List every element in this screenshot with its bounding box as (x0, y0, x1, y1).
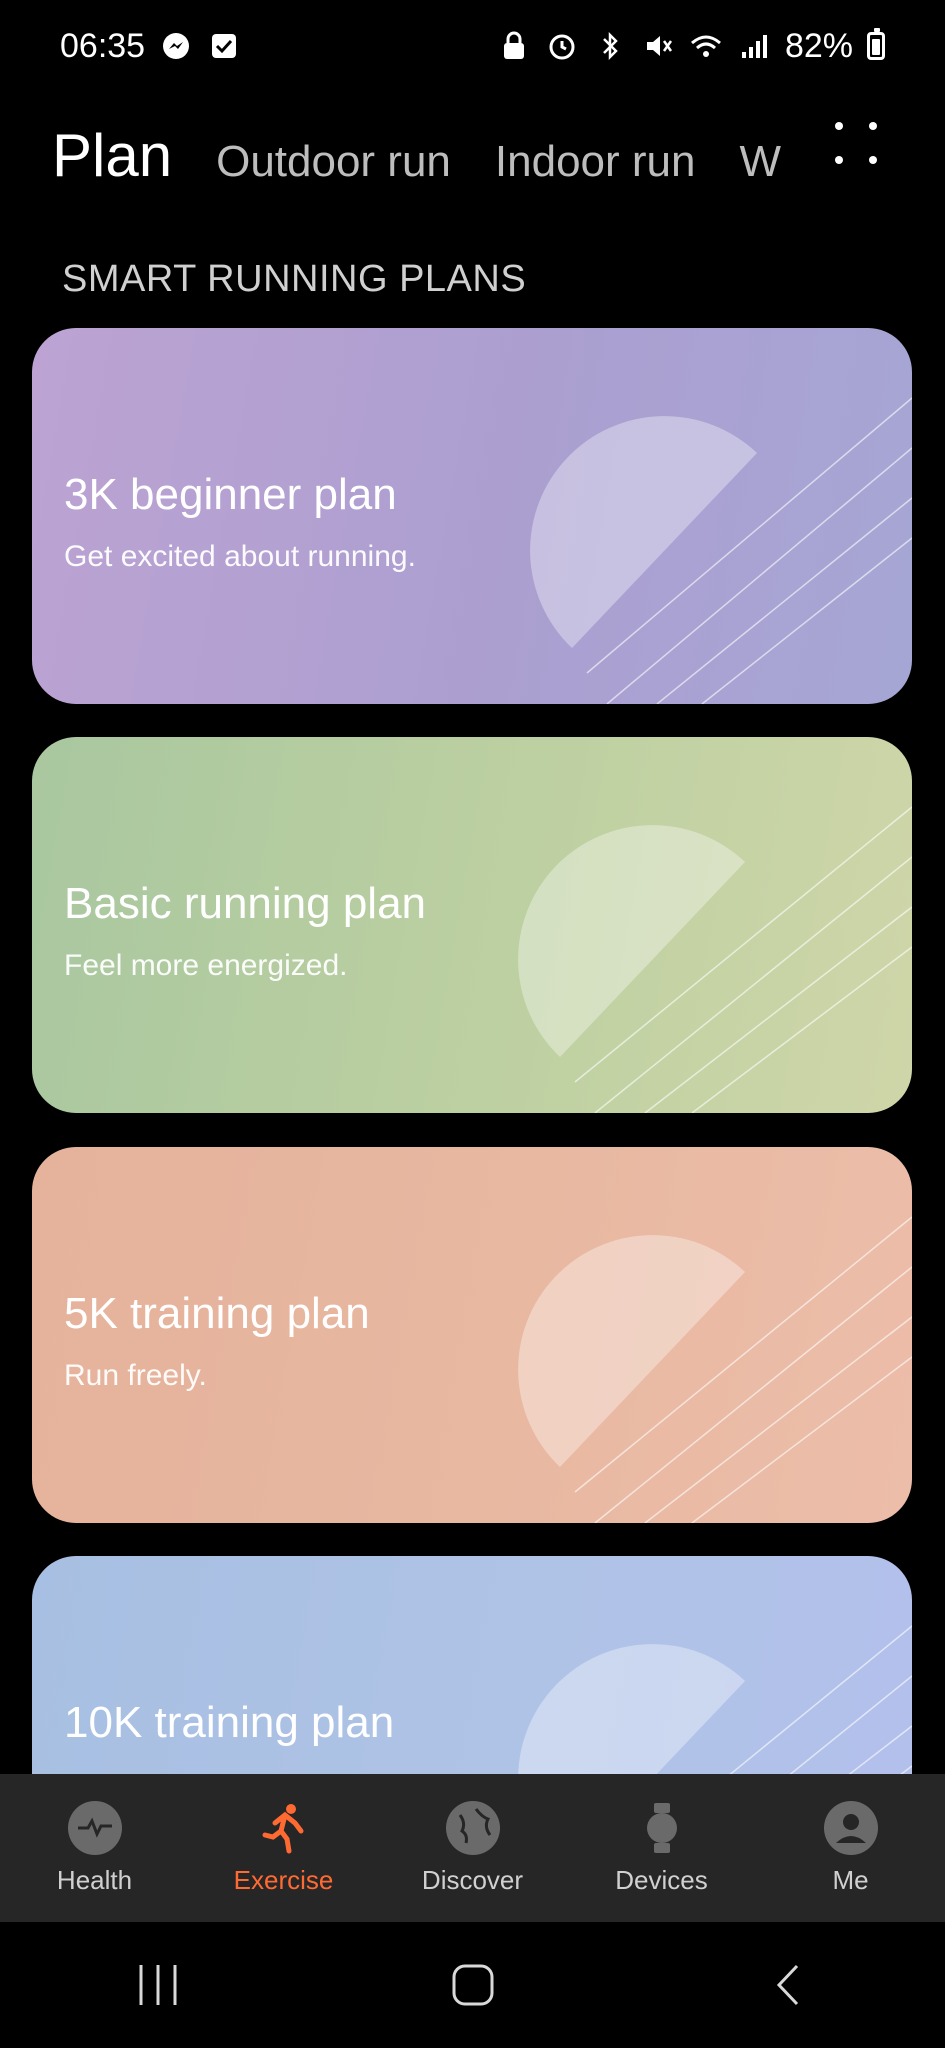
signal-icon (737, 29, 771, 63)
section-title: SMART RUNNING PLANS (62, 258, 527, 300)
status-time: 06:35 (60, 26, 146, 65)
status-bar: 06:35 82% (0, 0, 945, 92)
back-button[interactable] (748, 1955, 828, 2015)
status-left: 06:35 (60, 27, 241, 66)
nav-discover[interactable]: Discover (393, 1800, 553, 1896)
back-icon (776, 1964, 798, 2006)
card-title: 10K training plan (64, 1698, 395, 1747)
nav-label: Health (56, 1864, 133, 1895)
messenger-icon (159, 29, 193, 63)
tab-indoor-run[interactable]: Indoor run (495, 137, 696, 187)
plan-card-5k[interactable]: 5K training plan Run freely. (32, 1147, 912, 1523)
nav-label: Devices (615, 1864, 708, 1895)
card-title: Basic running plan (64, 879, 427, 928)
more-dot (869, 122, 877, 130)
tab-scroller[interactable]: Plan Outdoor run Indoor run W (52, 121, 792, 190)
more-options-icon[interactable] (835, 122, 881, 168)
nav-label: Discover (421, 1864, 524, 1895)
tab-outdoor-run[interactable]: Outdoor run (216, 137, 451, 187)
nav-devices[interactable]: Devices (582, 1801, 742, 1896)
bottom-nav: Health Exercise Discover Devices Me (0, 1774, 945, 1922)
recent-apps-button[interactable] (118, 1955, 198, 2015)
watch-icon (635, 1801, 689, 1855)
person-icon (823, 1800, 878, 1855)
mute-icon (641, 29, 675, 63)
heart-icon (67, 1800, 122, 1855)
home-icon (452, 1964, 493, 2006)
card-subtitle: Get excited about running. (64, 540, 416, 573)
tab-partial[interactable]: W (739, 137, 781, 187)
card-decoration (518, 806, 912, 1113)
battery-percent: 82% (784, 26, 853, 65)
lock-icon (497, 29, 531, 63)
battery-icon (867, 28, 885, 60)
globe-icon (445, 1800, 500, 1855)
plan-card-basic[interactable]: Basic running plan Feel more energized. (32, 737, 912, 1113)
plan-card-3k[interactable]: 3K beginner plan Get excited about runni… (32, 328, 912, 704)
tab-bar: Plan Outdoor run Indoor run W (0, 100, 945, 210)
checkbox-notification-icon (207, 29, 241, 63)
more-dot (835, 122, 843, 130)
tab-plan[interactable]: Plan (52, 121, 172, 190)
card-subtitle: Feel more energized. (64, 949, 348, 982)
nav-exercise[interactable]: Exercise (204, 1801, 364, 1896)
bluetooth-icon (593, 29, 627, 63)
card-title: 3K beginner plan (64, 470, 397, 519)
alarm-icon (545, 29, 579, 63)
wifi-icon (689, 29, 723, 63)
nav-me[interactable]: Me (771, 1800, 931, 1896)
card-decoration (530, 397, 912, 704)
card-subtitle: Run freely. (64, 1359, 207, 1392)
card-decoration (518, 1216, 912, 1523)
system-nav-bar (0, 1922, 945, 2048)
nav-label: Exercise (233, 1864, 334, 1895)
nav-health[interactable]: Health (15, 1800, 175, 1896)
recent-apps-icon (139, 1965, 176, 2005)
home-button[interactable] (433, 1955, 513, 2015)
status-right: 82% (497, 27, 885, 66)
card-title: 5K training plan (64, 1289, 370, 1338)
more-dot (835, 156, 843, 164)
more-dot (869, 156, 877, 164)
nav-label: Me (832, 1864, 869, 1895)
runner-icon (257, 1801, 311, 1855)
